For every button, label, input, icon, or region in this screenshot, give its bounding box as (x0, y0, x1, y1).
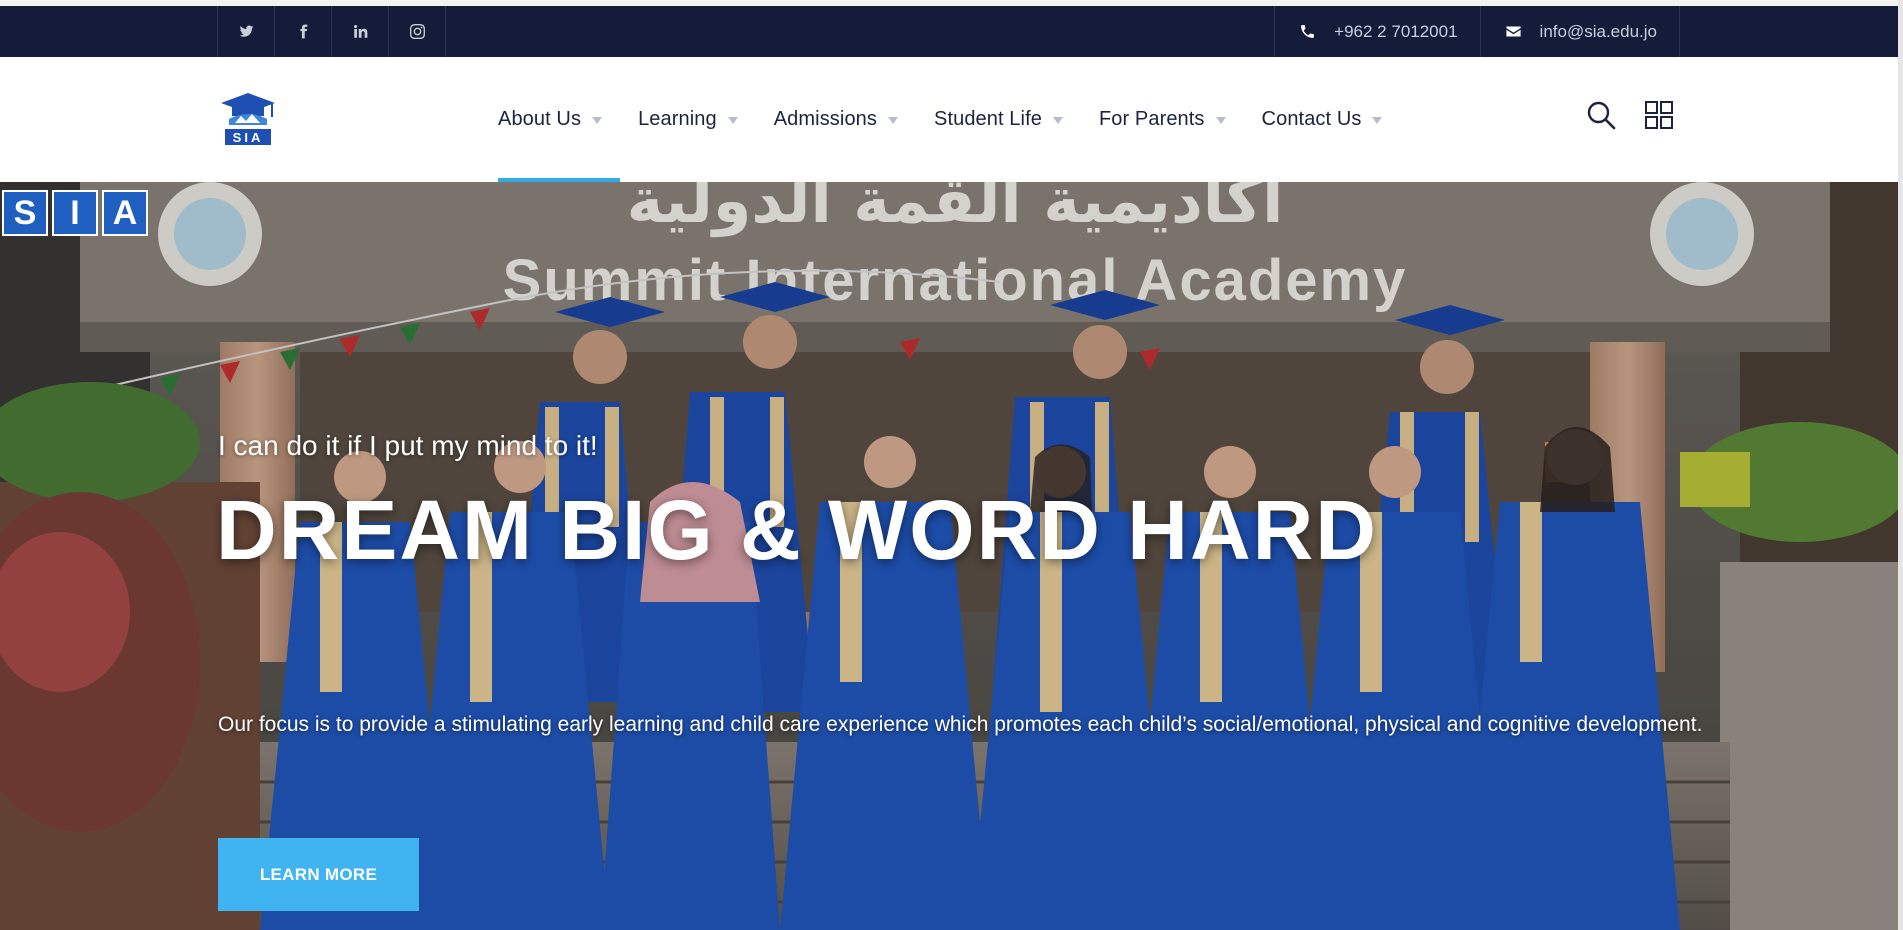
nav-label: For Parents (1098, 108, 1205, 130)
hero-tagline: I can do it if I put my mind to it! (218, 430, 598, 461)
learn-more-button[interactable]: LEARN MORE (218, 838, 419, 911)
main-header: SIA About Us Learning Admissions Student… (0, 57, 1898, 182)
nav-label: Admissions (773, 108, 877, 130)
nav-student-life[interactable]: Student Life (916, 57, 1081, 182)
linkedin-icon (353, 24, 367, 38)
nav-label: Learning (638, 108, 717, 130)
hero-description: Our focus is to provide a stimulating ea… (218, 713, 1703, 736)
page-scrollbar[interactable] (1898, 0, 1903, 930)
sia-badge: S I A (2, 190, 148, 236)
caret-down-icon (1215, 116, 1226, 124)
nav-contact-us[interactable]: Contact Us (1244, 57, 1401, 182)
twitter-icon (239, 25, 253, 37)
search-icon (1587, 101, 1616, 130)
main-nav: About Us Learning Admissions Student Lif… (480, 57, 1400, 182)
caret-down-icon (1052, 116, 1063, 124)
instagram-link[interactable] (389, 6, 446, 57)
social-links (217, 6, 446, 57)
grid-icon (1645, 101, 1673, 129)
nav-learning[interactable]: Learning (620, 57, 756, 182)
badge-letter: A (102, 190, 148, 236)
badge-letter: I (52, 190, 98, 236)
facebook-icon (299, 24, 307, 39)
nav-label: Student Life (934, 108, 1042, 130)
phone-icon (1301, 25, 1315, 38)
phone-number: +962 2 7012001 (1334, 21, 1458, 41)
email-link[interactable]: info@sia.edu.jo (1481, 6, 1680, 57)
nav-admissions[interactable]: Admissions (756, 57, 916, 182)
caret-down-icon (888, 116, 898, 124)
header-actions (1585, 99, 1675, 131)
email-address: info@sia.edu.jo (1539, 21, 1657, 41)
contact-info: +962 2 7012001 info@sia.edu.jo (1274, 6, 1680, 57)
badge-letter: S (2, 190, 48, 236)
caret-down-icon (1372, 116, 1383, 124)
page: +962 2 7012001 info@sia.edu.jo SIA About (0, 0, 1903, 930)
caret-down-icon (592, 116, 603, 124)
phone-link[interactable]: +962 2 7012001 (1275, 6, 1481, 57)
graduation-cap-logo-icon: SIA (221, 93, 275, 145)
search-button[interactable] (1585, 99, 1617, 131)
site-logo[interactable]: SIA (219, 91, 277, 147)
hero-headline: DREAM BIG & WORD HARD (216, 483, 1378, 577)
linkedin-link[interactable] (332, 6, 389, 57)
caret-down-icon (727, 116, 738, 124)
nav-label: Contact Us (1261, 108, 1362, 130)
nav-about-us[interactable]: About Us (480, 57, 621, 182)
menu-grid-button[interactable] (1643, 99, 1675, 131)
envelope-icon (1505, 26, 1521, 37)
hero-slider: أكاديمية القمة الدولية Summit Internatio… (0, 182, 1898, 930)
instagram-icon (409, 24, 425, 39)
nav-label: About Us (498, 108, 582, 130)
nav-for-parents[interactable]: For Parents (1081, 57, 1244, 182)
logo-text: SIA (233, 130, 264, 145)
twitter-link[interactable] (218, 6, 275, 57)
top-bar: +962 2 7012001 info@sia.edu.jo (0, 6, 1898, 57)
facebook-link[interactable] (275, 6, 332, 57)
